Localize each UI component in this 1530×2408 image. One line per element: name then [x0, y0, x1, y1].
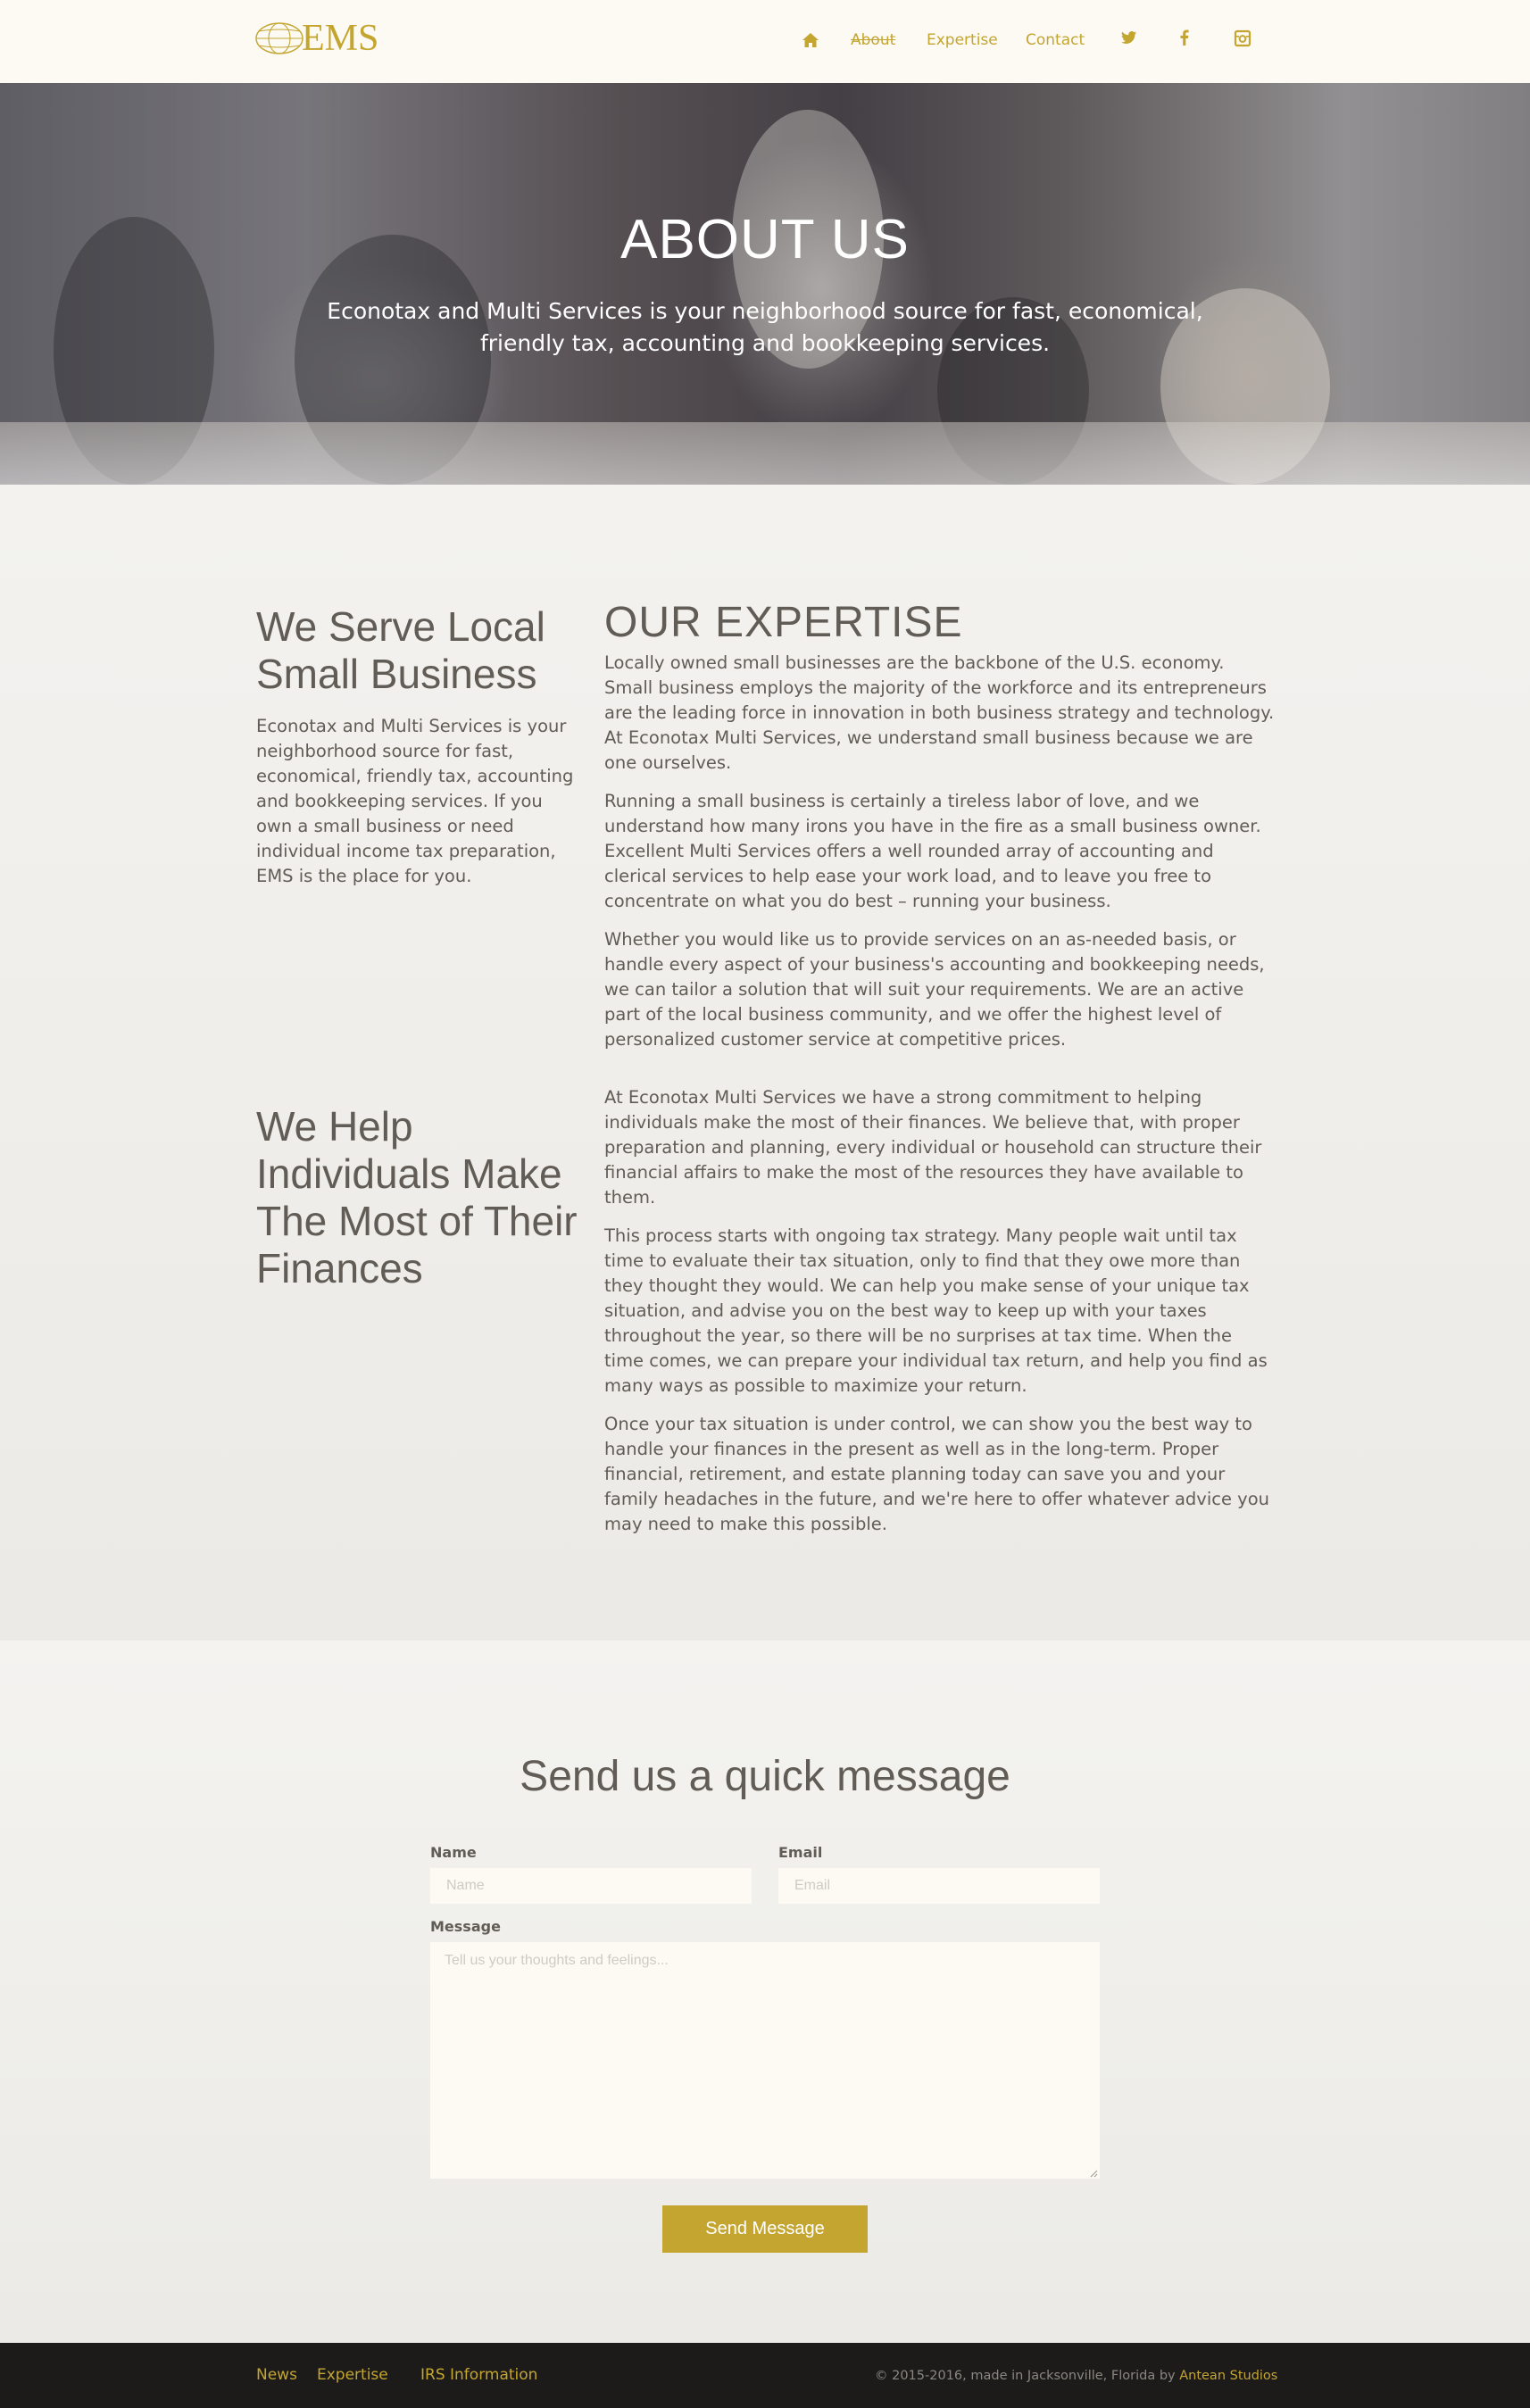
- expertise-heading: OUR EXPERTISE: [604, 599, 963, 646]
- hero-photo-table: [0, 422, 1530, 485]
- hero-title: ABOUT US: [620, 209, 910, 270]
- contact-title: Send us a quick message: [520, 1753, 1010, 1800]
- message-textarea[interactable]: [430, 1942, 1100, 2179]
- facebook-icon[interactable]: [1175, 28, 1194, 47]
- logo-text: EMS: [302, 18, 379, 59]
- site-footer: News Expertise IRS Information © 2015-20…: [0, 2343, 1530, 2408]
- message-label: Message: [430, 1918, 501, 1935]
- studio-link[interactable]: Antean Studios: [1179, 2369, 1277, 2383]
- serve-text: Econotax and Multi Services is your neig…: [256, 716, 574, 886]
- name-input[interactable]: [430, 1868, 752, 1904]
- serve-heading: We Serve Local Small Business: [256, 603, 545, 697]
- expertise-paragraph: Locally owned small businesses are the b…: [604, 652, 1275, 773]
- site-header: EMS About Expertise Contact: [0, 0, 1530, 83]
- nav-about[interactable]: About: [851, 29, 895, 51]
- individuals-paragraph: This process starts with ongoing tax str…: [604, 1225, 1268, 1396]
- copyright-text: © 2015-2016, made in Jacksonville, Flori…: [875, 2369, 1180, 2383]
- instagram-icon[interactable]: [1233, 29, 1252, 48]
- individuals-section: At Econotax Multi Services we have a str…: [604, 1085, 1276, 1550]
- individuals-paragraph: Once your tax situation is under control…: [604, 1414, 1269, 1534]
- resize-grip-icon[interactable]: [1089, 2169, 1098, 2178]
- hero-subtitle: Econotax and Multi Services is your neig…: [327, 298, 1203, 356]
- contact-section: Send us a quick message Name Email Messa…: [0, 1640, 1530, 2343]
- footer-link-irs-information[interactable]: IRS Information: [420, 2366, 537, 2384]
- logo[interactable]: EMS: [255, 20, 380, 57]
- serve-section: We Serve Local Small Business Econotax a…: [256, 603, 579, 889]
- send-message-button[interactable]: Send Message: [662, 2205, 868, 2253]
- individuals-paragraph: At Econotax Multi Services we have a str…: [604, 1087, 1262, 1208]
- email-input[interactable]: [778, 1868, 1100, 1904]
- nav-expertise[interactable]: Expertise: [927, 29, 998, 51]
- globe-logo-icon: [255, 22, 304, 54]
- individuals-heading: We Help Individuals Make The Most of The…: [256, 1103, 578, 1291]
- footer-copyright: © 2015-2016, made in Jacksonville, Flori…: [875, 2367, 1277, 2385]
- expertise-paragraph: Whether you would like us to provide ser…: [604, 929, 1265, 1050]
- individuals-heading-block: We Help Individuals Make The Most of The…: [256, 1103, 579, 1292]
- name-label: Name: [430, 1844, 477, 1861]
- email-label: Email: [778, 1844, 823, 1861]
- home-icon[interactable]: [801, 30, 820, 50]
- footer-link-expertise[interactable]: Expertise: [317, 2366, 388, 2384]
- hero-banner: ABOUT US Econotax and Multi Services is …: [0, 83, 1530, 485]
- expertise-section: OUR EXPERTISE Locally owned small busine…: [604, 599, 1276, 1066]
- footer-link-news[interactable]: News: [256, 2366, 297, 2384]
- twitter-icon[interactable]: [1118, 28, 1138, 47]
- nav-contact[interactable]: Contact: [1026, 29, 1085, 51]
- about-content: We Serve Local Small Business Econotax a…: [0, 485, 1530, 1640]
- expertise-paragraph: Running a small business is certainly a …: [604, 791, 1261, 911]
